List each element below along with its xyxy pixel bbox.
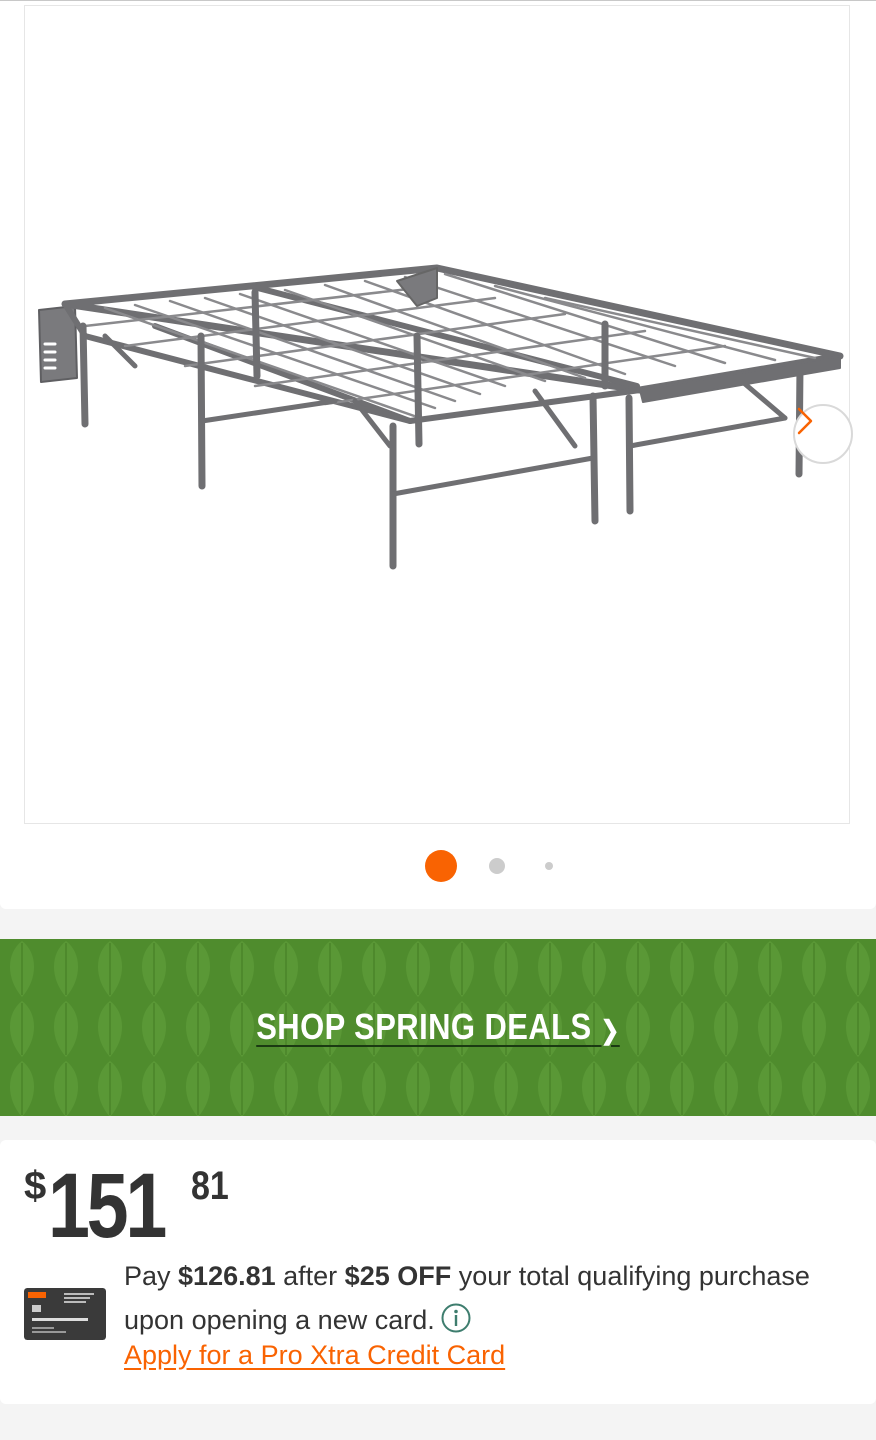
product-image[interactable] xyxy=(24,5,853,824)
carousel-dot[interactable] xyxy=(425,850,457,882)
price-dollars: 151 xyxy=(48,1155,167,1257)
next-image-button[interactable] xyxy=(793,404,853,464)
product-gallery xyxy=(0,0,876,909)
apply-credit-card-link[interactable]: Apply for a Pro Xtra Credit Card xyxy=(124,1340,505,1371)
discount-amount: $25 OFF xyxy=(344,1261,452,1291)
carousel-dots xyxy=(0,849,876,883)
card-offer-text: Pay $126.81 after $25 OFF your total qua… xyxy=(124,1254,854,1346)
carousel-dot[interactable] xyxy=(545,862,553,870)
discounted-price: $126.81 xyxy=(178,1261,276,1291)
chevron-right-icon: ❯ xyxy=(600,1015,620,1045)
carousel-dot[interactable] xyxy=(489,858,505,874)
price-currency: $ xyxy=(24,1164,47,1208)
chevron-right-icon xyxy=(797,407,813,435)
bed-frame-illustration xyxy=(38,264,844,570)
price-cents: 81 xyxy=(191,1164,229,1208)
spring-deals-label[interactable]: SHOP SPRING DEALS ❯ xyxy=(61,1006,814,1048)
credit-card-icon xyxy=(24,1288,106,1340)
